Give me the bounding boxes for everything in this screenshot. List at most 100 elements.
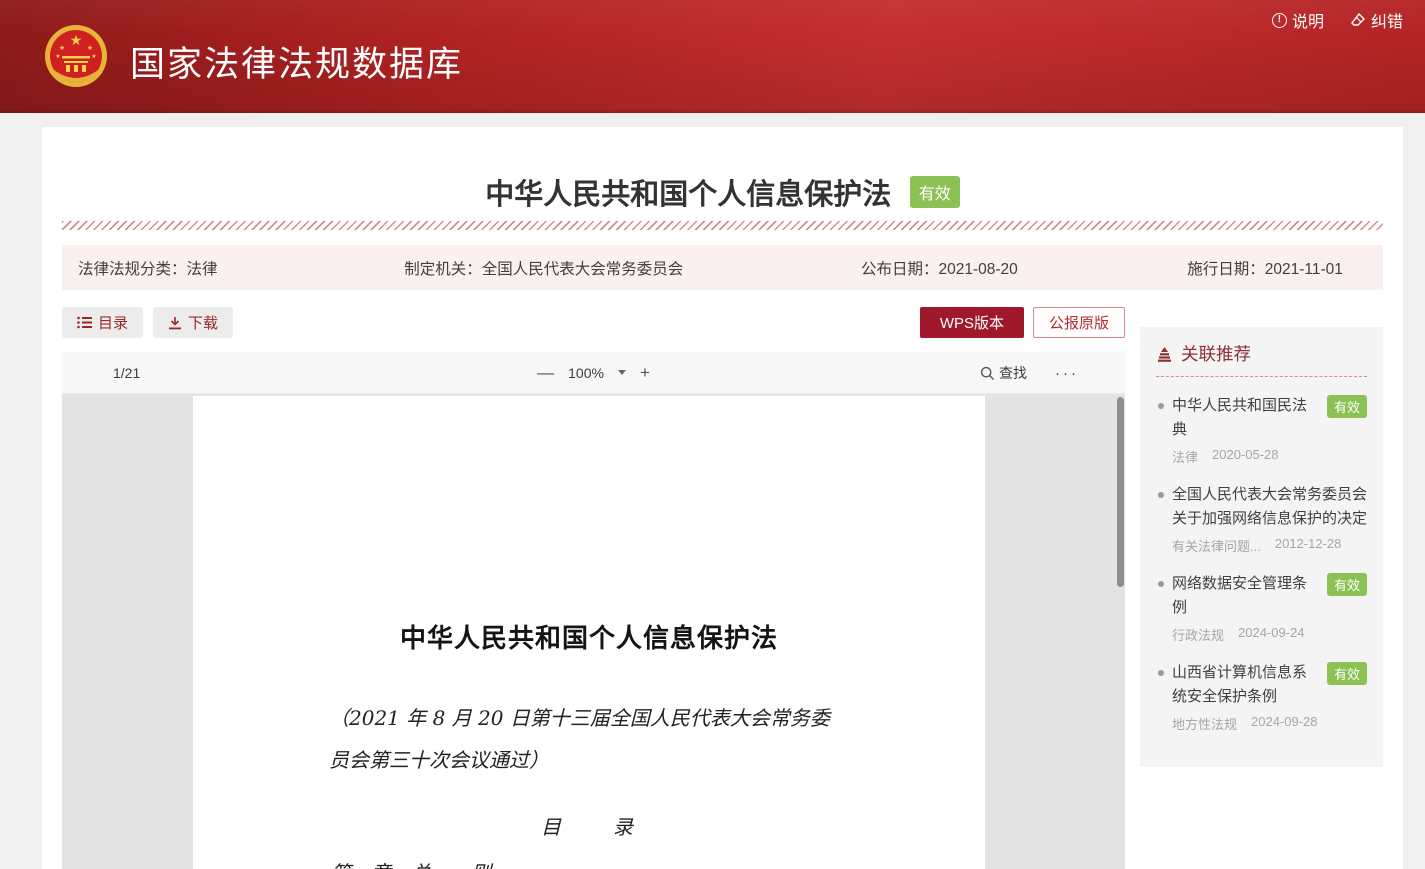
- meta-bar: 法律法规分类：法律 制定机关：全国人民代表大会常务委员会 公布日期：2021-0…: [62, 245, 1383, 290]
- hatched-divider: [62, 221, 1383, 230]
- related-item-meta: 行政法规 2024-09-24: [1172, 625, 1367, 644]
- related-item-body: 全国人民代表大会常务委员会关于加强网络信息保护的决定 有关法律问题... 201…: [1172, 483, 1367, 555]
- more-options-button[interactable]: ···: [1055, 365, 1079, 382]
- zoom-dropdown-caret[interactable]: [618, 370, 626, 375]
- pdf-subtitle: （2021 年 8 月 20 日第十三届全国人民代表大会常务委 员会第三十次会议…: [193, 697, 985, 781]
- viewer-toolbar: 1/21 — 100% + 查找: [62, 352, 1125, 394]
- related-item-category: 行政法规: [1172, 625, 1224, 644]
- doc-title: 中华人民共和国个人信息保护法: [485, 171, 891, 213]
- main-row: 目录 下载 WPS版本 公报原版 1/21 —: [62, 307, 1383, 869]
- meta-effective-date: 施行日期：2021-11-01: [1187, 257, 1383, 279]
- related-item-title[interactable]: 全国人民代表大会常务委员会关于加强网络信息保护的决定: [1172, 483, 1367, 531]
- related-item-top: 中华人民共和国民法典 有效: [1172, 394, 1367, 442]
- wps-version-button[interactable]: WPS版本: [920, 307, 1024, 338]
- search-icon: [980, 366, 995, 381]
- pdf-scrollbar[interactable]: [1117, 397, 1124, 587]
- download-icon: [168, 316, 182, 330]
- find-button-label: 查找: [999, 363, 1027, 383]
- pdf-doc-title: 中华人民共和国个人信息保护法: [193, 618, 985, 655]
- bullet-icon: [1158, 670, 1164, 676]
- related-item: 全国人民代表大会常务委员会关于加强网络信息保护的决定 有关法律问题... 201…: [1156, 483, 1367, 555]
- meta-publish-date: 公布日期：2021-08-20: [861, 257, 1187, 279]
- toc-button-label: 目录: [98, 312, 128, 333]
- related-status-badge: 有效: [1327, 395, 1367, 418]
- toc-button[interactable]: 目录: [62, 307, 143, 338]
- related-item-title[interactable]: 中华人民共和国民法典: [1172, 394, 1319, 442]
- header-links: ! 说明 纠错: [1272, 8, 1403, 32]
- related-item-category: 有关法律问题...: [1172, 536, 1261, 555]
- related-divider: [1156, 376, 1367, 377]
- bullet-icon: [1158, 403, 1164, 409]
- related-status-badge: 有效: [1327, 573, 1367, 596]
- related-item-title[interactable]: 山西省计算机信息系统安全保护条例: [1172, 661, 1319, 709]
- meta-category-label: 法律法规分类：: [78, 261, 187, 278]
- page-indicator: 1/21: [113, 365, 140, 381]
- stack-icon: [1156, 346, 1173, 362]
- national-emblem-logo: ★ ★ ★ ★ ★: [44, 24, 108, 88]
- meta-publish-label: 公布日期：: [861, 261, 939, 278]
- svg-text:★: ★: [55, 53, 60, 60]
- svg-text:★: ★: [87, 44, 93, 52]
- related-header-title: 关联推荐: [1181, 341, 1251, 366]
- related-item-date: 2024-09-24: [1238, 625, 1305, 644]
- zoom-out-button[interactable]: —: [537, 364, 554, 381]
- pdf-area: 中华人民共和国个人信息保护法 （2021 年 8 月 20 日第十三届全国人民代…: [62, 394, 1125, 869]
- help-link-label: 说明: [1292, 8, 1324, 32]
- svg-text:★: ★: [59, 44, 65, 52]
- zoom-controls: — 100% +: [537, 364, 650, 381]
- related-item-date: 2024-09-28: [1251, 714, 1318, 733]
- related-item-body: 山西省计算机信息系统安全保护条例 有效 地方性法规 2024-09-28: [1172, 661, 1367, 733]
- related-item: 中华人民共和国民法典 有效 法律 2020-05-28: [1156, 394, 1367, 466]
- help-link[interactable]: ! 说明: [1272, 8, 1324, 32]
- meta-authority-label: 制定机关：: [404, 261, 482, 278]
- meta-authority: 制定机关：全国人民代表大会常务委员会: [404, 257, 861, 279]
- related-item-top: 网络数据安全管理条例 有效: [1172, 572, 1367, 620]
- svg-text:★: ★: [70, 32, 83, 48]
- gazette-original-button[interactable]: 公报原版: [1033, 307, 1125, 338]
- site-header: ★ ★ ★ ★ ★ 国家法律法规数据库 ! 说明 纠错: [0, 0, 1425, 113]
- pdf-chapter-line: 第一章 总 则: [193, 857, 985, 869]
- pdf-page: 中华人民共和国个人信息保护法 （2021 年 8 月 20 日第十三届全国人民代…: [193, 396, 985, 869]
- pdf-viewer: 1/21 — 100% + 查找: [62, 352, 1125, 869]
- related-item: 山西省计算机信息系统安全保护条例 有效 地方性法规 2024-09-28: [1156, 661, 1367, 733]
- pdf-toc-heading: 目 录: [193, 811, 985, 840]
- related-status-badge: 有效: [1327, 662, 1367, 685]
- related-item-meta: 有关法律问题... 2012-12-28: [1172, 536, 1367, 555]
- related-item-top: 山西省计算机信息系统安全保护条例 有效: [1172, 661, 1367, 709]
- error-correction-link[interactable]: 纠错: [1350, 8, 1403, 32]
- meta-category-value: 法律: [187, 261, 218, 278]
- related-item-date: 2012-12-28: [1275, 536, 1342, 555]
- list-icon: [77, 316, 92, 329]
- meta-authority-value: 全国人民代表大会常务委员会: [482, 261, 684, 278]
- actions-row: 目录 下载 WPS版本 公报原版: [62, 307, 1125, 338]
- related-recommendations-box: 关联推荐 中华人民共和国民法典 有效 法律 2020-05-28: [1140, 327, 1383, 767]
- related-header: 关联推荐: [1156, 341, 1367, 366]
- info-icon: !: [1272, 13, 1287, 28]
- content-card: 中华人民共和国个人信息保护法 有效 法律法规分类：法律 制定机关：全国人民代表大…: [42, 127, 1403, 869]
- pdf-subtitle-line1: （2021 年 8 月 20 日第十三届全国人民代表大会常务委: [329, 697, 849, 739]
- bullet-icon: [1158, 581, 1164, 587]
- related-item-meta: 地方性法规 2024-09-28: [1172, 714, 1367, 733]
- status-badge: 有效: [910, 176, 960, 208]
- related-item-category: 法律: [1172, 447, 1198, 466]
- download-button-label: 下载: [188, 312, 218, 333]
- related-item-category: 地方性法规: [1172, 714, 1237, 733]
- related-item-body: 网络数据安全管理条例 有效 行政法规 2024-09-24: [1172, 572, 1367, 644]
- related-item: 网络数据安全管理条例 有效 行政法规 2024-09-24: [1156, 572, 1367, 644]
- related-item-meta: 法律 2020-05-28: [1172, 447, 1367, 466]
- related-item-date: 2020-05-28: [1212, 447, 1279, 466]
- find-button[interactable]: 查找: [980, 363, 1027, 383]
- main-column: 目录 下载 WPS版本 公报原版 1/21 —: [62, 307, 1125, 869]
- toolbar-right: 查找 ···: [980, 352, 1079, 394]
- download-button[interactable]: 下载: [153, 307, 233, 338]
- eraser-icon: [1350, 12, 1366, 28]
- meta-publish-value: 2021-08-20: [939, 261, 1018, 278]
- related-item-body: 中华人民共和国民法典 有效 法律 2020-05-28: [1172, 394, 1367, 466]
- zoom-in-button[interactable]: +: [640, 364, 650, 381]
- pdf-subtitle-line2: 员会第三十次会议通过）: [329, 739, 849, 781]
- zoom-level: 100%: [568, 365, 604, 381]
- doc-title-row: 中华人民共和国个人信息保护法 有效: [62, 127, 1383, 217]
- related-item-title[interactable]: 网络数据安全管理条例: [1172, 572, 1319, 620]
- error-correction-label: 纠错: [1371, 8, 1403, 32]
- sidebar: 关联推荐 中华人民共和国民法典 有效 法律 2020-05-28: [1140, 327, 1383, 869]
